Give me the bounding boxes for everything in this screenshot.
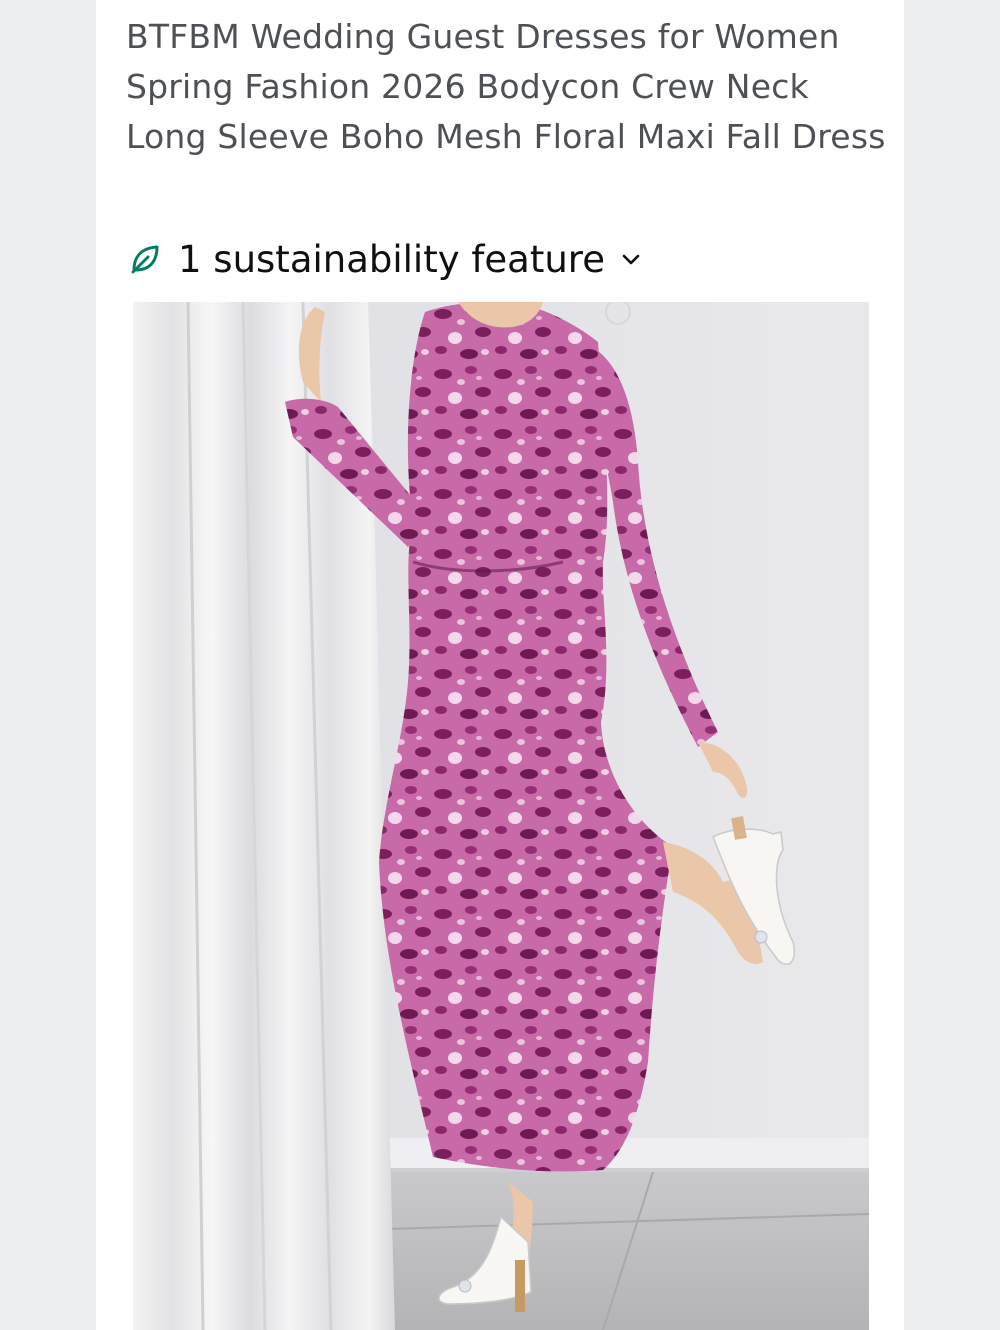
sustainability-feature-toggle[interactable]: 1 sustainability feature bbox=[128, 232, 643, 286]
product-image[interactable] bbox=[133, 302, 869, 1330]
sustainability-label: 1 sustainability feature bbox=[178, 237, 605, 281]
product-title: BTFBM Wedding Guest Dresses for Women Sp… bbox=[126, 17, 886, 156]
dress-photo bbox=[133, 302, 869, 1330]
product-detail-card: BTFBM Wedding Guest Dresses for Women Sp… bbox=[96, 0, 904, 1330]
chevron-down-icon[interactable] bbox=[619, 247, 643, 271]
leaf-icon bbox=[128, 242, 162, 276]
